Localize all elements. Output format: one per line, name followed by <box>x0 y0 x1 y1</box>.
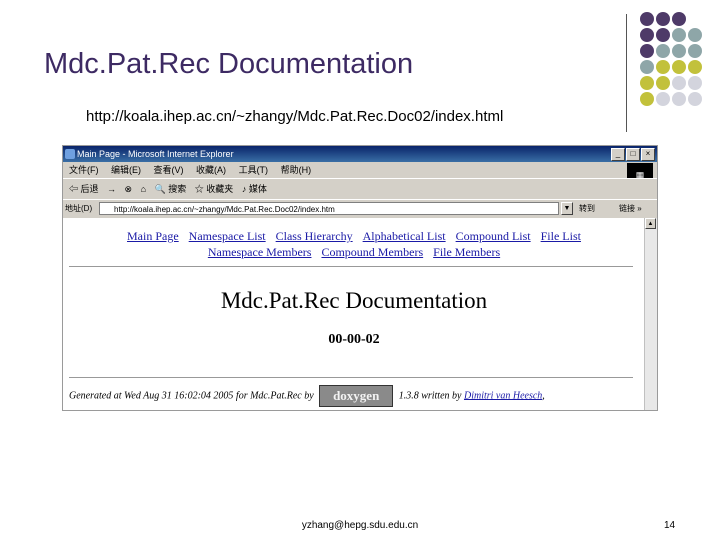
menu-view[interactable]: 查看(V) <box>154 165 184 175</box>
dot <box>688 76 702 90</box>
dot <box>640 92 654 106</box>
dot <box>688 28 702 42</box>
dot <box>656 60 670 74</box>
menu-edit[interactable]: 编辑(E) <box>111 165 141 175</box>
doc-title: Mdc.Pat.Rec Documentation <box>220 288 488 313</box>
slide-url-text: http://koala.ihep.ac.cn/~zhangy/Mdc.Pat.… <box>86 108 504 125</box>
window-title: Main Page - Microsoft Internet Explorer <box>77 149 234 159</box>
footer-mid: 1.3.8 written by <box>398 390 462 402</box>
dot <box>640 60 654 74</box>
favorites-button[interactable]: ☆ 收藏夹 <box>195 184 234 194</box>
footer-author-link[interactable]: Dimitri van Heesch <box>464 390 542 401</box>
dot <box>640 12 654 26</box>
footer-email: yzhang@hepg.sdu.edu.cn <box>301 520 419 531</box>
links-button[interactable]: 链接 » <box>619 200 642 218</box>
nav-link-namespace-list[interactable]: Namespace List <box>189 229 266 243</box>
doc-version: 00-00-02 <box>328 332 380 347</box>
nav-row-primary: Main Page Namespace List Class Hierarchy Al… <box>63 229 645 244</box>
dot <box>688 92 702 106</box>
home-button[interactable]: ⌂ <box>141 184 146 194</box>
dot <box>672 92 686 106</box>
dot <box>656 76 670 90</box>
address-dropdown-icon[interactable]: ▼ <box>561 202 573 215</box>
title-divider-line <box>626 14 627 132</box>
forward-button[interactable]: → <box>107 184 116 194</box>
scroll-up-icon[interactable]: ▲ <box>645 218 656 229</box>
slide-title: Mdc.Pat.Rec Documentation <box>44 48 414 80</box>
nav-link-compound-list[interactable]: Compound List <box>456 229 531 243</box>
nav-link-namespace-members[interactable]: Namespace Members <box>208 245 312 259</box>
dot <box>672 76 686 90</box>
go-button[interactable]: 转到 <box>579 200 595 218</box>
vertical-scrollbar[interactable]: ▲ <box>644 218 657 410</box>
dot <box>672 44 686 58</box>
nav-link-file-list[interactable]: File List <box>541 229 581 243</box>
menu-favorites[interactable]: 收藏(A) <box>196 165 226 175</box>
stop-button[interactable]: ⊗ <box>125 184 133 194</box>
window-titlebar: Main Page - Microsoft Internet Explorer … <box>63 146 657 162</box>
generated-footer: Generated at Wed Aug 31 16:02:04 2005 fo… <box>69 385 645 407</box>
nav-link-file-members[interactable]: File Members <box>433 245 500 259</box>
dot <box>640 44 654 58</box>
toolbar: ⇦ 后退 → ⊗ ⌂ 🔍 搜索 ☆ 收藏夹 ♪ 媒体 <box>63 178 657 199</box>
menu-help[interactable]: 帮助(H) <box>281 165 312 175</box>
dot <box>672 60 686 74</box>
nav-row-secondary: Namespace Members Compound Members File Me… <box>63 245 645 260</box>
nav-link-alphabetical-list[interactable]: Alphabetical List <box>363 229 446 243</box>
footer-prefix: Generated at Wed Aug 31 16:02:04 2005 fo… <box>69 390 314 402</box>
doxygen-logo[interactable]: doxygen <box>319 385 394 407</box>
menu-tools[interactable]: 工具(T) <box>239 165 269 175</box>
dot <box>688 44 702 58</box>
dot <box>656 28 670 42</box>
minimize-button[interactable]: _ <box>611 148 625 161</box>
media-button[interactable]: ♪ 媒体 <box>242 184 267 194</box>
page-content: Main Page Namespace List Class Hierarchy Al… <box>63 218 645 410</box>
nav-link-main-page[interactable]: Main Page <box>127 229 179 243</box>
dot <box>672 12 686 26</box>
dot <box>656 92 670 106</box>
divider <box>69 266 633 267</box>
nav-link-compound-members[interactable]: Compound Members <box>321 245 423 259</box>
back-button[interactable]: ⇦ 后退 <box>69 184 99 194</box>
dot <box>656 12 670 26</box>
dot <box>640 76 654 90</box>
close-button[interactable]: × <box>641 148 655 161</box>
ie-icon <box>65 149 75 159</box>
address-label: 地址(D) <box>65 204 93 213</box>
maximize-button[interactable]: □ <box>626 148 640 161</box>
menu-bar: 文件(F) 编辑(E) 查看(V) 收藏(A) 工具(T) 帮助(H) <box>63 162 657 178</box>
dot <box>656 44 670 58</box>
dot <box>688 60 702 74</box>
page-number: 14 <box>664 520 676 531</box>
divider <box>69 377 633 378</box>
footer-suffix: , <box>542 390 545 402</box>
search-button[interactable]: 🔍 搜索 <box>155 184 187 194</box>
address-input[interactable]: http://koala.ihep.ac.cn/~zhangy/Mdc.Pat.… <box>99 202 559 215</box>
dot <box>672 28 686 42</box>
dot <box>640 28 654 42</box>
browser-screenshot: Main Page - Microsoft Internet Explorer … <box>62 145 658 411</box>
nav-link-class-hierarchy[interactable]: Class Hierarchy <box>276 229 353 243</box>
address-bar: 地址(D) http://koala.ihep.ac.cn/~zhangy/Md… <box>63 199 657 218</box>
menu-file[interactable]: 文件(F) <box>69 165 99 175</box>
